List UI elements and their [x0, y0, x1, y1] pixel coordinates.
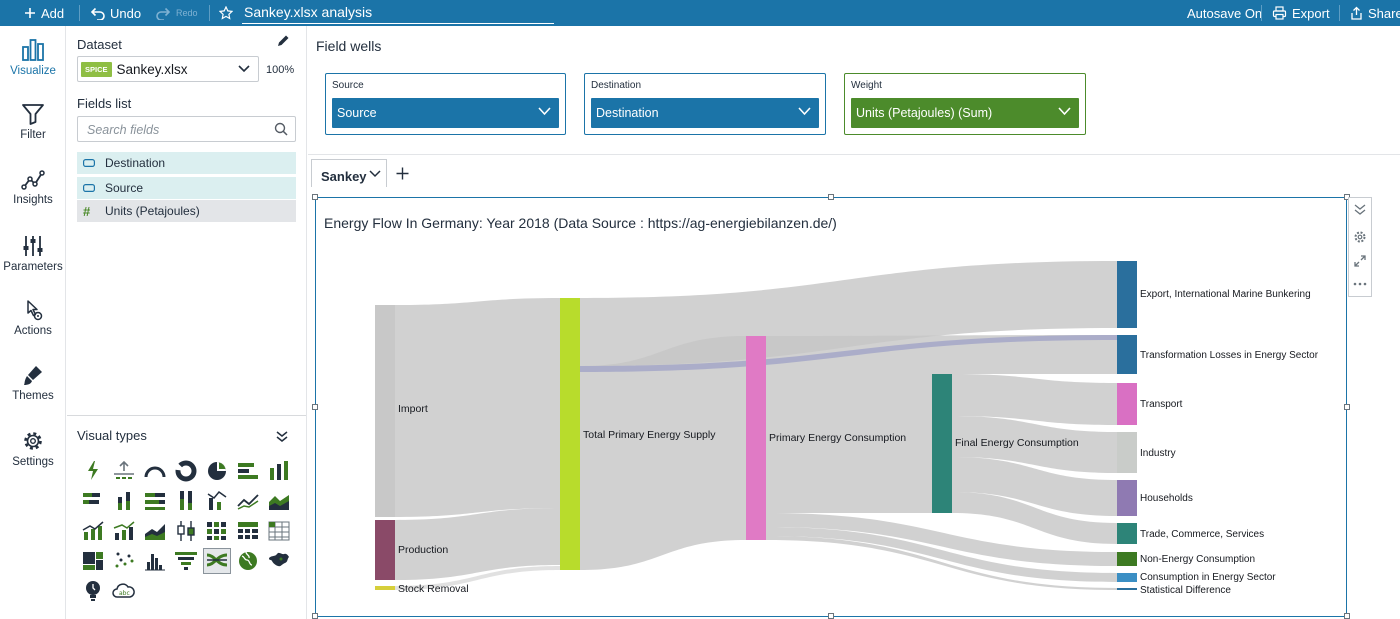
node-import[interactable]: [375, 305, 395, 517]
node-non-energy[interactable]: [1117, 552, 1137, 566]
node-label-transformation-losses: Transformation Losses in Energy Sector: [1140, 350, 1319, 361]
node-households[interactable]: [1117, 480, 1137, 516]
node-label-non-energy: Non-Energy Consumption: [1140, 554, 1255, 565]
node-tpes[interactable]: [560, 298, 580, 570]
node-trade[interactable]: [1117, 523, 1137, 544]
node-label-stock-removal: Stock Removal: [398, 583, 469, 595]
node-label-export: Export, International Marine Bunkering: [1140, 289, 1311, 300]
node-label-transport: Transport: [1140, 399, 1183, 410]
node-label-production: Production: [398, 544, 448, 556]
node-fec[interactable]: [932, 374, 952, 513]
node-statistical-difference[interactable]: [1117, 588, 1137, 590]
node-export[interactable]: [1117, 261, 1137, 328]
node-stock-removal[interactable]: [375, 586, 395, 590]
node-label-tpes: Total Primary Energy Supply: [583, 429, 716, 441]
node-label-import: Import: [398, 403, 428, 415]
node-transport[interactable]: [1117, 383, 1137, 425]
node-consumption-sector[interactable]: [1117, 573, 1137, 582]
node-production[interactable]: [375, 520, 395, 580]
node-transformation-losses[interactable]: [1117, 335, 1137, 374]
node-label-households: Households: [1140, 493, 1193, 504]
node-label-industry: Industry: [1140, 448, 1176, 459]
node-industry[interactable]: [1117, 432, 1137, 473]
node-label-consumption-sector: Consumption in Energy Sector: [1140, 572, 1276, 583]
node-label-pec: Primary Energy Consumption: [769, 432, 906, 444]
node-label-statistical-difference: Statistical Difference: [1140, 585, 1231, 596]
node-pec[interactable]: [746, 336, 766, 540]
node-label-fec: Final Energy Consumption: [955, 437, 1079, 449]
sankey-diagram[interactable]: Import Production Stock Removal Total Pr…: [0, 0, 1400, 619]
node-label-trade: Trade, Commerce, Services: [1140, 529, 1264, 540]
